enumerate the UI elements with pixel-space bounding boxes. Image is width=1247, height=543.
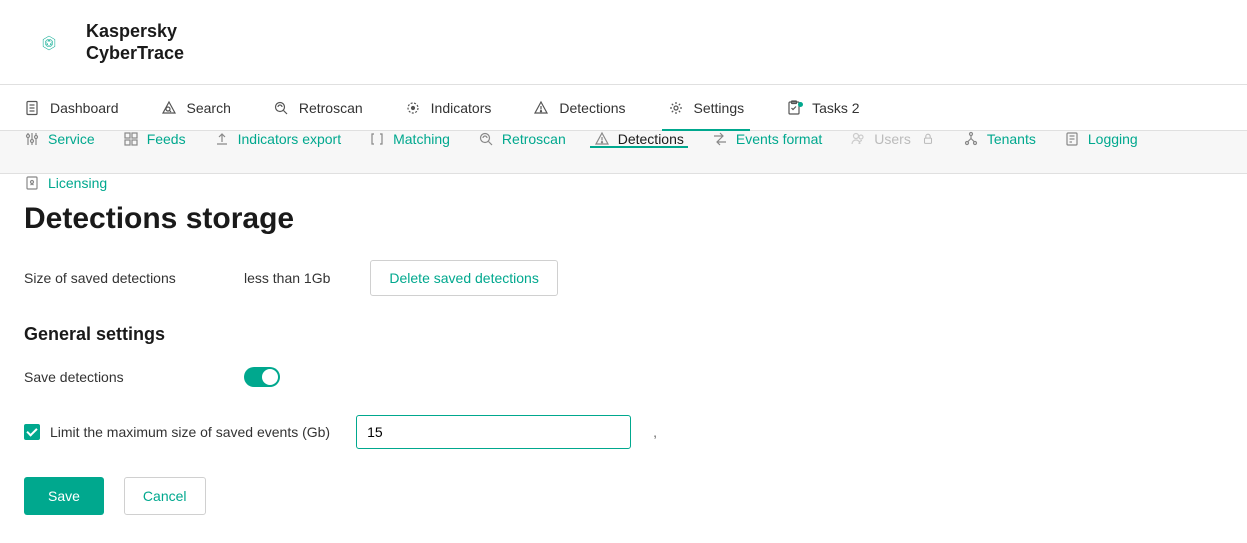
nav-tasks[interactable]: Tasks 2 bbox=[786, 85, 859, 130]
sliders-icon bbox=[24, 131, 40, 147]
tasks-icon bbox=[786, 100, 802, 116]
nav-label: Retroscan bbox=[299, 100, 363, 116]
hierarchy-icon bbox=[963, 131, 979, 147]
license-icon bbox=[24, 175, 40, 191]
alert-triangle-icon bbox=[533, 100, 549, 116]
retroscan-icon bbox=[478, 131, 494, 147]
limit-row: Limit the maximum size of saved events (… bbox=[24, 415, 876, 449]
cancel-button[interactable]: Cancel bbox=[124, 477, 206, 515]
arrows-icon bbox=[712, 131, 728, 147]
subnav-label: Service bbox=[48, 131, 95, 147]
nav-label: Tasks 2 bbox=[812, 100, 859, 116]
subnav-detections[interactable]: Detections bbox=[594, 131, 684, 147]
subnav-matching[interactable]: Matching bbox=[369, 131, 450, 147]
nav-dashboard[interactable]: Dashboard bbox=[24, 85, 119, 130]
separator: , bbox=[653, 424, 657, 440]
content: Detections storage Size of saved detecti… bbox=[0, 174, 900, 543]
brand-line-1: Kaspersky bbox=[86, 21, 184, 43]
subnav-label: Logging bbox=[1088, 131, 1138, 147]
logo-icon bbox=[24, 18, 74, 68]
nav-label: Settings bbox=[694, 100, 745, 116]
subnav-tenants[interactable]: Tenants bbox=[963, 131, 1036, 147]
brand-line-2: CyberTrace bbox=[86, 43, 184, 65]
limit-checkbox[interactable] bbox=[24, 424, 40, 440]
sub-nav: Service Feeds Indicators export Matching… bbox=[0, 130, 1247, 174]
delete-saved-detections-button[interactable]: Delete saved detections bbox=[370, 260, 557, 296]
nav-label: Detections bbox=[559, 100, 625, 116]
subnav-label: Events format bbox=[736, 131, 822, 147]
brackets-icon bbox=[369, 131, 385, 147]
nav-label: Dashboard bbox=[50, 100, 119, 116]
nav-label: Search bbox=[187, 100, 231, 116]
notification-dot bbox=[798, 102, 803, 107]
nav-settings[interactable]: Settings bbox=[668, 85, 745, 130]
export-icon bbox=[214, 131, 230, 147]
retroscan-icon bbox=[273, 100, 289, 116]
subnav-label: Indicators export bbox=[238, 131, 342, 147]
search-triangle-icon bbox=[161, 100, 177, 116]
gear-icon bbox=[668, 100, 684, 116]
log-icon bbox=[1064, 131, 1080, 147]
save-button[interactable]: Save bbox=[24, 477, 104, 515]
general-settings-title: General settings bbox=[24, 324, 876, 345]
subnav-events-format[interactable]: Events format bbox=[712, 131, 822, 147]
size-value: less than 1Gb bbox=[244, 270, 330, 286]
subnav-retroscan[interactable]: Retroscan bbox=[478, 131, 566, 147]
alert-triangle-icon bbox=[594, 131, 610, 147]
subnav-logging[interactable]: Logging bbox=[1064, 131, 1138, 147]
save-detections-label: Save detections bbox=[24, 369, 244, 385]
subnav-label: Licensing bbox=[48, 175, 107, 191]
subnav-label: Detections bbox=[618, 131, 684, 147]
subnav-label: Users bbox=[874, 131, 911, 147]
nav-detections[interactable]: Detections bbox=[533, 85, 625, 130]
page-title: Detections storage bbox=[24, 202, 876, 236]
subnav-service[interactable]: Service bbox=[24, 131, 95, 147]
subnav-label: Retroscan bbox=[502, 131, 566, 147]
subnav-label: Tenants bbox=[987, 131, 1036, 147]
indicators-icon bbox=[405, 100, 421, 116]
nav-indicators[interactable]: Indicators bbox=[405, 85, 492, 130]
nav-retroscan[interactable]: Retroscan bbox=[273, 85, 363, 130]
size-row: Size of saved detections less than 1Gb D… bbox=[24, 260, 876, 296]
document-icon bbox=[24, 100, 40, 116]
subnav-feeds[interactable]: Feeds bbox=[123, 131, 186, 147]
save-detections-row: Save detections bbox=[24, 367, 876, 387]
nav-label: Indicators bbox=[431, 100, 492, 116]
grid-icon bbox=[123, 131, 139, 147]
subnav-licensing[interactable]: Licensing bbox=[24, 175, 107, 191]
subnav-label: Matching bbox=[393, 131, 450, 147]
main-nav: Dashboard Search Retroscan Indicators De… bbox=[0, 84, 1247, 130]
actions: Save Cancel bbox=[24, 477, 876, 515]
subnav-label: Feeds bbox=[147, 131, 186, 147]
lock-icon bbox=[921, 132, 935, 146]
limit-value-input[interactable] bbox=[356, 415, 631, 449]
brand-logo: Kaspersky CyberTrace bbox=[24, 18, 184, 68]
save-detections-toggle[interactable] bbox=[244, 367, 280, 387]
header: Kaspersky CyberTrace bbox=[0, 0, 1247, 84]
subnav-indicators-export[interactable]: Indicators export bbox=[214, 131, 342, 147]
nav-search[interactable]: Search bbox=[161, 85, 231, 130]
subnav-users: Users bbox=[850, 131, 935, 147]
users-icon bbox=[850, 131, 866, 147]
size-label: Size of saved detections bbox=[24, 270, 244, 286]
limit-label: Limit the maximum size of saved events (… bbox=[50, 424, 330, 440]
